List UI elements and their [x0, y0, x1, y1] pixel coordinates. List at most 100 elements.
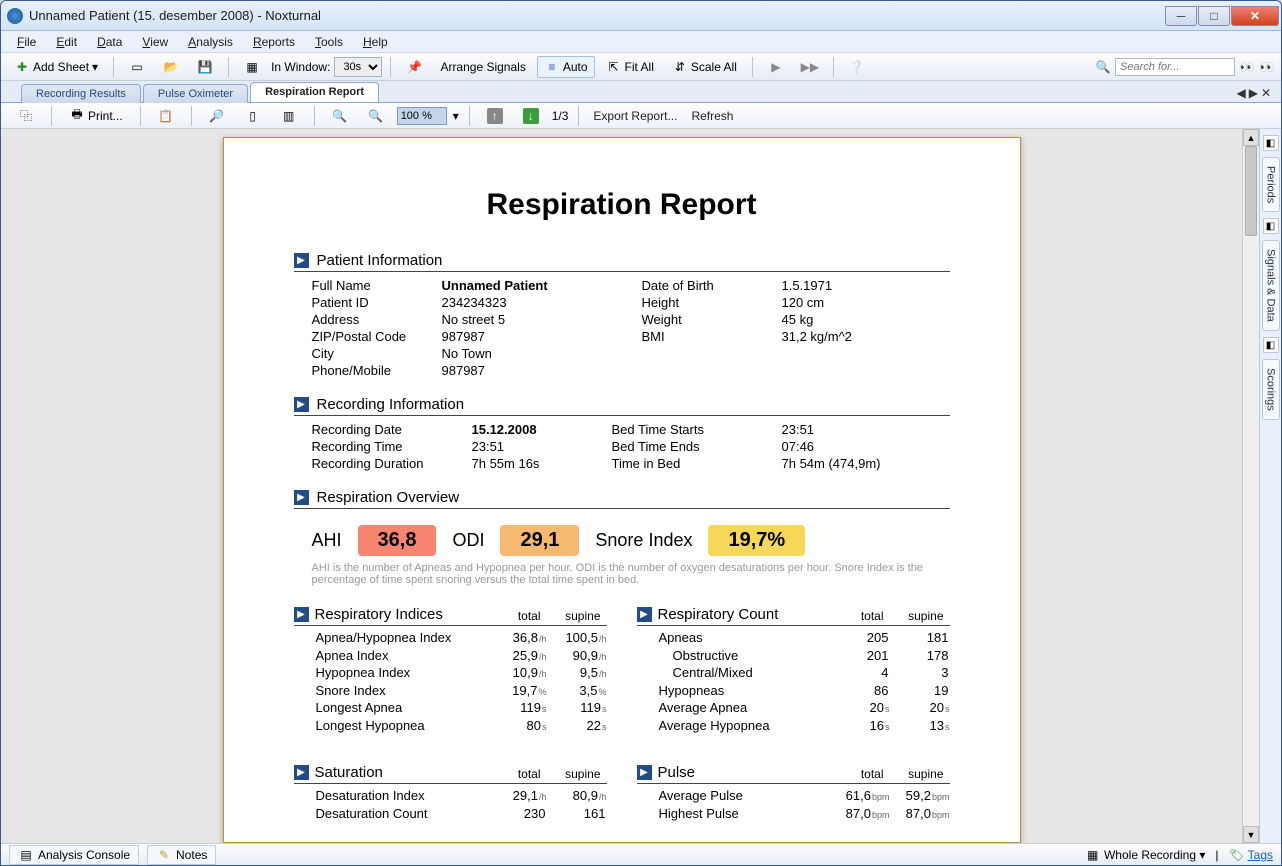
- panel-tab-scorings[interactable]: Scorings: [1262, 359, 1280, 420]
- search-icon: 🔍: [1095, 59, 1111, 75]
- fit-all-button[interactable]: ⇱Fit All: [599, 56, 661, 78]
- close-button[interactable]: ✕: [1231, 6, 1279, 26]
- analysis-console-button[interactable]: ▤Analysis Console: [9, 845, 139, 865]
- fit-icon: ▦: [244, 59, 260, 75]
- menu-view[interactable]: View: [132, 33, 178, 51]
- row-total: 4: [830, 664, 890, 682]
- document-viewport[interactable]: Respiration Report ▶ Patient Information…: [1, 129, 1242, 843]
- refresh-button[interactable]: Refresh: [687, 109, 737, 123]
- open-button[interactable]: 📂: [156, 56, 186, 78]
- save-button[interactable]: 💾: [190, 56, 220, 78]
- row-total: 10,9/h: [487, 664, 547, 682]
- row-supine: 9,5/h: [547, 664, 607, 682]
- recording-info-grid: Recording Date15.12.2008Bed Time Starts2…: [294, 422, 950, 471]
- tag-icon: 🏷: [1229, 847, 1245, 863]
- pin-button[interactable]: 📌: [399, 56, 429, 78]
- window-fit-button[interactable]: ▦: [237, 56, 267, 78]
- export-report-button[interactable]: Export Report...: [589, 109, 681, 123]
- row-supine: 178: [890, 647, 950, 665]
- print-button[interactable]: 🖶Print...: [62, 105, 130, 127]
- tab-recording-results[interactable]: Recording Results: [21, 84, 141, 103]
- row-total: 87,0bpm: [830, 805, 890, 823]
- binoculars-icon[interactable]: 👀: [1239, 59, 1255, 75]
- odi-label: ODI: [452, 530, 484, 551]
- find-button[interactable]: 🔎: [202, 105, 232, 127]
- panel-tab-periods[interactable]: Periods: [1262, 157, 1280, 212]
- row-label: Apnea/Hypopnea Index: [316, 629, 487, 647]
- multi-page-button[interactable]: ▥: [274, 105, 304, 127]
- info-label: BMI: [642, 329, 782, 344]
- find-icon: 🔎: [209, 108, 225, 124]
- tab-respiration-report[interactable]: Respiration Report: [250, 82, 379, 102]
- row-label: Snore Index: [316, 682, 487, 700]
- info-label: Patient ID: [312, 295, 442, 310]
- section-arrow-icon: ▶: [637, 607, 652, 622]
- tab-next-button[interactable]: ▶: [1249, 86, 1258, 100]
- row-supine: 3,5%: [547, 682, 607, 700]
- row-total: 61,6bpm: [830, 787, 890, 805]
- arrange-signals-button[interactable]: Arrange Signals: [433, 56, 532, 78]
- scroll-up-button[interactable]: ▲: [1243, 129, 1259, 146]
- zoom-in-button[interactable]: 🔍: [361, 105, 391, 127]
- help-button[interactable]: ❔: [842, 56, 872, 78]
- vertical-scrollbar[interactable]: ▲ ▼: [1242, 129, 1259, 843]
- play-button[interactable]: ▶: [761, 56, 791, 78]
- new-button[interactable]: ▭: [122, 56, 152, 78]
- status-bar: ▤Analysis Console ✎Notes ▦ Whole Recordi…: [1, 843, 1281, 865]
- tab-close-button[interactable]: ✕: [1261, 86, 1271, 100]
- row-label: Average Pulse: [659, 787, 830, 805]
- menu-reports[interactable]: Reports: [243, 33, 305, 51]
- notes-button[interactable]: ✎Notes: [147, 845, 216, 865]
- menu-tools[interactable]: Tools: [305, 33, 353, 51]
- minimize-button[interactable]: ─: [1165, 6, 1197, 26]
- tab-pulse-oximeter[interactable]: Pulse Oximeter: [143, 84, 248, 103]
- row-label: Apnea Index: [316, 647, 487, 665]
- auto-button[interactable]: ≡Auto: [537, 56, 595, 78]
- recording-scope[interactable]: ▦ Whole Recording ▾: [1085, 847, 1206, 863]
- in-window-label: In Window:: [271, 60, 330, 74]
- main-toolbar: ✚Add Sheet ▾ ▭ 📂 💾 ▦ In Window: 30s 📌 Ar…: [1, 53, 1281, 81]
- zoom-input[interactable]: [397, 107, 447, 125]
- single-page-button[interactable]: ▯: [238, 105, 268, 127]
- col-header: supine: [890, 767, 950, 781]
- menu-data[interactable]: Data: [87, 33, 132, 51]
- copy-button[interactable]: ⿻: [11, 105, 41, 127]
- saturation-table: ▶SaturationtotalsupineDesaturation Index…: [294, 764, 607, 822]
- scroll-down-button[interactable]: ▼: [1243, 826, 1259, 843]
- row-total: 20s: [830, 699, 890, 717]
- forward-button[interactable]: ▶▶: [795, 56, 825, 78]
- scale-icon: ⇵: [672, 59, 688, 75]
- odi-value: 29,1: [500, 525, 579, 556]
- panel-icon: ◧: [1263, 337, 1279, 353]
- row-label: Desaturation Index: [316, 787, 487, 805]
- zoom-dropdown-icon[interactable]: ▾: [453, 109, 459, 123]
- table-heading: Respiratory Count: [658, 606, 779, 623]
- section-patient-info: ▶ Patient Information: [294, 252, 950, 272]
- menu-bar: FileEditDataViewAnalysisReportsToolsHelp: [1, 31, 1281, 53]
- panel-tab-signals-data[interactable]: Signals & Data: [1262, 240, 1280, 331]
- paste-button[interactable]: 📋: [151, 105, 181, 127]
- table-row: Highest Pulse87,0bpm87,0bpm: [637, 805, 950, 823]
- page-prev-button[interactable]: ↑: [480, 105, 510, 127]
- col-header: supine: [547, 767, 607, 781]
- in-window-select[interactable]: 30s: [334, 57, 382, 77]
- search-input[interactable]: [1115, 58, 1235, 76]
- menu-analysis[interactable]: Analysis: [178, 33, 243, 51]
- tab-prev-button[interactable]: ◀: [1236, 86, 1245, 100]
- menu-help[interactable]: Help: [353, 33, 398, 51]
- zoom-out-button[interactable]: 🔍: [325, 105, 355, 127]
- table-heading: Respiratory Indices: [315, 606, 443, 623]
- menu-edit[interactable]: Edit: [46, 33, 87, 51]
- maximize-button[interactable]: □: [1198, 6, 1230, 26]
- tags-button[interactable]: 🏷 Tags: [1229, 847, 1273, 863]
- scroll-thumb[interactable]: [1245, 146, 1257, 236]
- scale-all-button[interactable]: ⇵Scale All: [665, 56, 744, 78]
- menu-file[interactable]: File: [7, 33, 46, 51]
- console-icon: ▤: [18, 847, 34, 863]
- row-total: 19,7%: [487, 682, 547, 700]
- add-sheet-button[interactable]: ✚Add Sheet ▾: [7, 56, 105, 78]
- page-next-button[interactable]: ↓: [516, 105, 546, 127]
- row-label: Average Apnea: [659, 699, 830, 717]
- info-value: 7h 55m 16s: [472, 456, 612, 471]
- binoculars-next-icon[interactable]: 👀: [1259, 59, 1275, 75]
